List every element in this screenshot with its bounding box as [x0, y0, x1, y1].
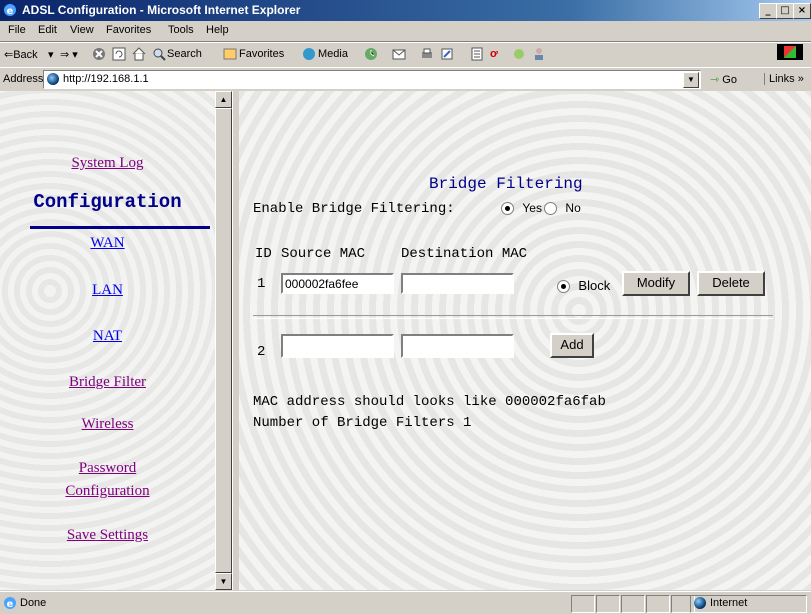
zone-pane — [690, 595, 807, 613]
enable-yes-option[interactable]: Yes — [501, 201, 542, 217]
row-1-source-mac-input[interactable] — [281, 273, 394, 294]
ie-logo-icon: e — [4, 4, 16, 17]
close-button[interactable]: × — [793, 3, 811, 19]
go-button[interactable]: ⇾ Go — [710, 73, 737, 86]
page-title: Bridge Filtering — [429, 175, 583, 193]
search-button[interactable]: Search — [167, 48, 202, 60]
favorites-button[interactable]: Favorites — [239, 48, 284, 60]
internet-zone-icon — [694, 597, 706, 609]
address-url[interactable]: http://192.168.1.1 — [63, 73, 149, 85]
address-label: Address — [3, 73, 44, 85]
status-bar: e Done Internet — [0, 591, 811, 614]
menu-favorites[interactable]: Favorites — [106, 24, 151, 36]
row-divider — [253, 315, 773, 319]
maximize-button[interactable]: □ — [776, 3, 794, 19]
go-arrow-icon: ⇾ — [710, 74, 720, 86]
menu-edit[interactable]: Edit — [38, 24, 57, 36]
new-destination-mac-input[interactable] — [401, 334, 514, 358]
nav-wan[interactable]: WAN — [0, 235, 215, 252]
svg-text:e: e — [7, 6, 14, 17]
research-icon[interactable] — [512, 47, 526, 61]
section-configuration: Configuration — [33, 191, 182, 213]
messenger-icon[interactable]: ơ — [490, 48, 498, 60]
nav-wireless[interactable]: Wireless — [0, 416, 215, 433]
nav-bridge-filter[interactable]: Bridge Filter — [0, 374, 215, 391]
new-source-mac-input[interactable] — [281, 334, 394, 358]
menu-help[interactable]: Help — [206, 24, 229, 36]
standard-toolbar: ⇐Back ▾ ⇒ ▾ Search Favorites Media ơ — [0, 42, 811, 68]
person-icon[interactable] — [532, 47, 546, 61]
status-pane-3 — [621, 595, 645, 613]
yes-label: Yes — [522, 201, 542, 215]
mail-icon[interactable] — [392, 47, 406, 61]
row-1-block-option[interactable]: Block — [557, 278, 610, 295]
links-button[interactable]: Links » — [764, 73, 804, 85]
address-bar: Address http://192.168.1.1 ▼ ⇾ Go Links … — [0, 67, 811, 92]
media-button[interactable]: Media — [318, 48, 348, 60]
block-label: Block — [578, 278, 611, 293]
zone-text: Internet — [710, 597, 748, 609]
svg-text:e: e — [7, 599, 14, 610]
favorites-icon — [223, 48, 237, 60]
menu-tools[interactable]: Tools — [168, 24, 194, 36]
nav-nat[interactable]: NAT — [0, 328, 215, 345]
nav-save-settings[interactable]: Save Settings — [0, 527, 215, 544]
enable-label: Enable Bridge Filtering: — [253, 201, 455, 217]
nav-password-line2[interactable]: Configuration — [0, 483, 215, 500]
status-pane-1 — [571, 595, 595, 613]
section-divider — [30, 226, 210, 229]
discuss-icon[interactable] — [470, 47, 484, 61]
page-icon — [47, 73, 59, 85]
nav-scrollbar[interactable]: ▲ ▼ — [215, 91, 232, 590]
modify-button[interactable]: Modify — [622, 271, 690, 296]
delete-button[interactable]: Delete — [697, 271, 765, 296]
edit-icon[interactable] — [440, 47, 454, 61]
header-id: ID — [255, 246, 272, 262]
stop-icon[interactable] — [92, 47, 106, 61]
no-label: No — [565, 201, 581, 215]
main-frame: Bridge Filtering Enable Bridge Filtering… — [239, 91, 811, 590]
nav-password-line1[interactable]: Password — [0, 460, 215, 477]
yes-radio[interactable] — [501, 201, 514, 215]
new-row-id: 2 — [257, 344, 266, 360]
menu-bar: File Edit View Favorites Tools Help — [0, 21, 811, 60]
refresh-icon[interactable] — [112, 47, 126, 61]
back-button[interactable]: ⇐Back — [4, 48, 38, 61]
window-title: ADSL Configuration - Microsoft Internet … — [22, 3, 301, 17]
status-text: Done — [20, 597, 47, 609]
enable-no-option[interactable]: No — [544, 201, 581, 217]
mac-format-hint: MAC address should looks like 000002fa6f… — [253, 394, 606, 410]
media-icon — [303, 48, 315, 60]
address-dropdown-icon[interactable]: ▼ — [683, 72, 699, 88]
back-dropdown-icon[interactable]: ▾ — [48, 48, 54, 61]
print-icon[interactable] — [420, 47, 434, 61]
nav-frame: System Log Configuration WAN LAN NAT Bri… — [0, 91, 232, 590]
status-pane-4 — [646, 595, 670, 613]
menu-view[interactable]: View — [70, 24, 94, 36]
go-label: Go — [722, 74, 737, 86]
home-icon[interactable] — [132, 47, 146, 61]
filter-count: Number of Bridge Filters 1 — [253, 415, 472, 431]
forward-button[interactable]: ⇒ ▾ — [60, 48, 78, 61]
address-input[interactable]: http://192.168.1.1 ▼ — [43, 70, 701, 89]
add-button[interactable]: Add — [550, 333, 594, 358]
history-icon[interactable] — [364, 47, 378, 61]
status-pane-2 — [596, 595, 620, 613]
window-titlebar[interactable]: e ADSL Configuration - Microsoft Interne… — [0, 0, 811, 21]
menu-file[interactable]: File — [8, 24, 26, 36]
page-done-icon: e — [4, 597, 16, 610]
search-icon — [153, 48, 166, 61]
scroll-thumb[interactable] — [215, 108, 232, 573]
scroll-down-icon[interactable]: ▼ — [215, 573, 232, 590]
no-radio[interactable] — [544, 201, 557, 215]
row-1-destination-mac-input[interactable] — [401, 273, 514, 294]
header-destination-mac: Destination MAC — [401, 246, 528, 262]
nav-lan[interactable]: LAN — [0, 282, 215, 299]
nav-system-log[interactable]: System Log — [0, 155, 215, 172]
header-source-mac: Source MAC — [281, 246, 366, 262]
minimize-button[interactable]: _ — [759, 3, 777, 19]
scroll-up-icon[interactable]: ▲ — [215, 91, 232, 108]
block-radio[interactable] — [557, 279, 570, 293]
row-1-id: 1 — [257, 276, 266, 292]
